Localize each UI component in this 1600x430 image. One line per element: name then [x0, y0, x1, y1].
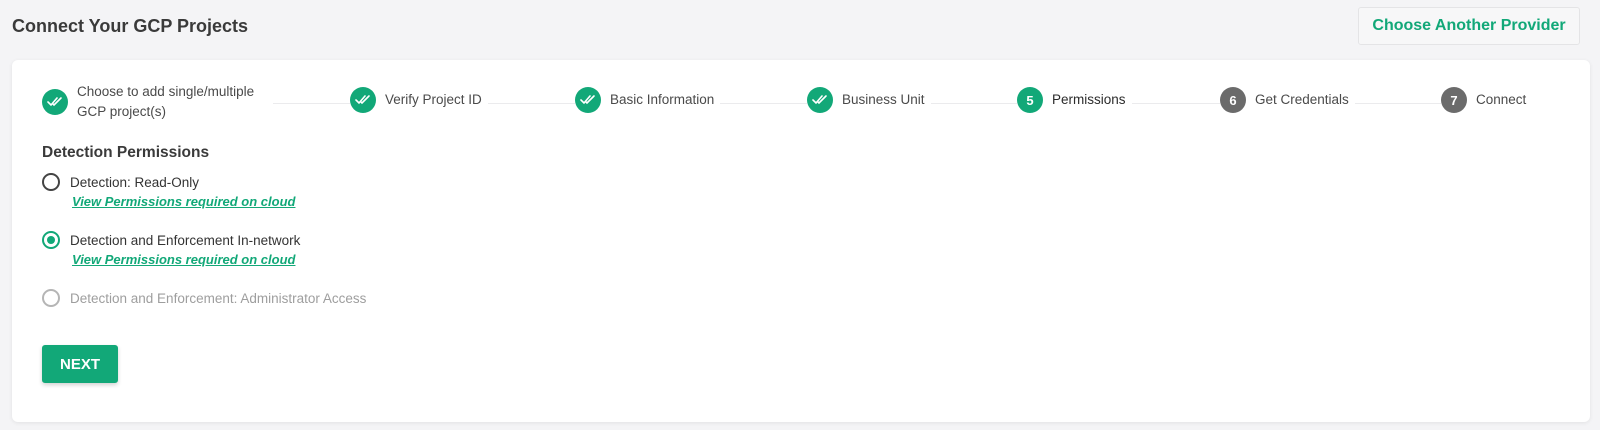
step-choose-projects: Choose to add single/multiple GCP projec…: [42, 82, 273, 122]
step-number: 5: [1017, 87, 1043, 113]
step-connect: 7 Connect: [1441, 87, 1533, 113]
option-label: Detection and Enforcement In-network: [70, 232, 301, 248]
check-icon: [42, 89, 68, 115]
step-get-credentials: 6 Get Credentials: [1220, 87, 1355, 113]
page: Connect Your GCP Projects Choose Another…: [0, 0, 1600, 430]
step-permissions: 5 Permissions: [1017, 87, 1132, 113]
step-connector: [1122, 103, 1232, 104]
step-number: 7: [1441, 87, 1467, 113]
step-connector: [1342, 103, 1452, 104]
step-business-unit: Business Unit: [807, 87, 931, 113]
step-verify-project-id: Verify Project ID: [350, 87, 488, 113]
check-icon: [350, 87, 376, 113]
option-in-network[interactable]: Detection and Enforcement In-network: [42, 231, 300, 249]
step-label: Verify Project ID: [385, 90, 488, 110]
check-icon: [575, 87, 601, 113]
option-label: Detection and Enforcement: Administrator…: [70, 290, 367, 306]
radio-administrator-access: [42, 289, 60, 307]
wizard-card: Choose to add single/multiple GCP projec…: [12, 60, 1590, 422]
page-title: Connect Your GCP Projects: [12, 16, 249, 36]
option-read-only[interactable]: Detection: Read-Only: [42, 173, 199, 191]
view-permissions-link[interactable]: View Permissions required on cloud: [72, 252, 295, 267]
step-label: Business Unit: [842, 90, 931, 110]
check-icon: [807, 87, 833, 113]
view-permissions-link[interactable]: View Permissions required on cloud: [72, 194, 295, 209]
step-label: Choose to add single/multiple GCP projec…: [77, 82, 273, 122]
step-label: Basic Information: [610, 90, 721, 110]
step-number: 6: [1220, 87, 1246, 113]
radio-in-network[interactable]: [42, 231, 60, 249]
step-label: Connect: [1476, 90, 1533, 110]
step-basic-information: Basic Information: [575, 87, 721, 113]
step-connector: [712, 103, 822, 104]
section-title: Detection Permissions: [42, 144, 210, 161]
option-label: Detection: Read-Only: [70, 174, 200, 190]
option-administrator-access: Detection and Enforcement: Administrator…: [42, 289, 366, 307]
next-button[interactable]: NEXT: [42, 345, 118, 383]
radio-read-only[interactable]: [42, 173, 60, 191]
choose-another-provider-button[interactable]: Choose Another Provider: [1358, 7, 1580, 45]
step-label: Permissions: [1052, 90, 1132, 110]
step-label: Get Credentials: [1255, 90, 1355, 110]
stepper: Choose to add single/multiple GCP projec…: [12, 60, 1590, 150]
